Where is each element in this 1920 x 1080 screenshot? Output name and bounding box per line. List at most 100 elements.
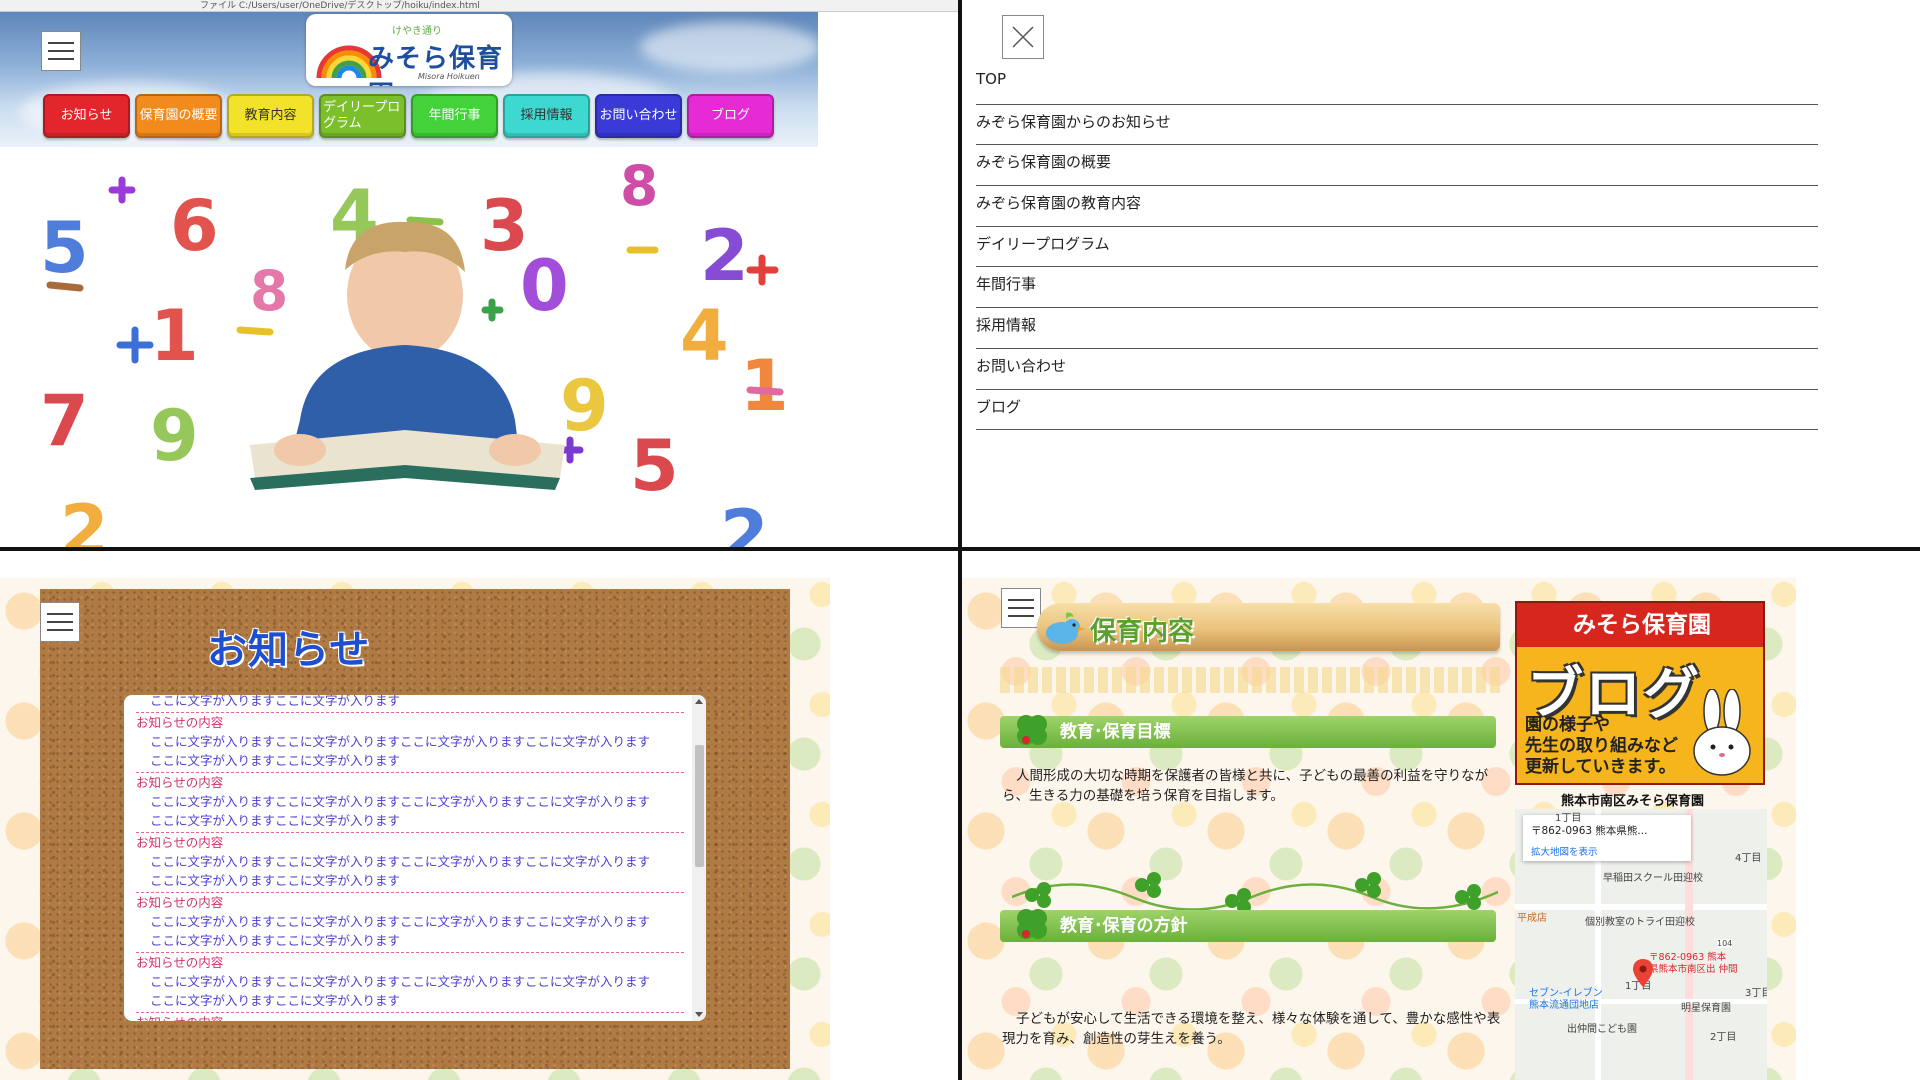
side-menu-list: TOP みぞら保育園からのお知らせ みぞら保育園の概要 みぞら保育園の教育内容 …: [976, 64, 1818, 431]
nav-recruit-button[interactable]: 採用情報: [503, 94, 590, 138]
nav-overview-button[interactable]: 保育園の概要: [135, 94, 222, 138]
goal-heading-bar: 教育･保育目標: [1000, 715, 1496, 748]
clover-icon: [1017, 909, 1047, 939]
embedded-map[interactable]: 〒862-0963 熊本県熊... 拡大地図を表示 1丁目 4丁目 早稲田スクー…: [1515, 809, 1767, 1080]
menu-item-recruit[interactable]: 採用情報: [976, 308, 1818, 349]
map-info-card: 〒862-0963 熊本県熊... 拡大地図を表示: [1523, 815, 1691, 861]
map-enlarge-link[interactable]: 拡大地図を表示: [1531, 844, 1683, 858]
clover-icon: [1017, 715, 1047, 745]
nav-blog-button[interactable]: ブログ: [687, 94, 774, 138]
map-card-address: 〒862-0963 熊本県熊...: [1531, 825, 1648, 837]
notice-item: お知らせの内容 ここに文字が入りますここに文字が入りますここに文字が入りますここ…: [136, 953, 684, 1013]
goal-text: 人間形成の大切な時期を保護者の皆様と共に、子どもの最善の利益を守りながら、生きる…: [1002, 768, 1489, 804]
map-label: 平成店: [1517, 913, 1547, 924]
notice-body-line: ここに文字が入りますここに文字が入ります: [150, 813, 401, 828]
nav-contact-button[interactable]: お問い合わせ: [595, 94, 682, 138]
menu-item-education[interactable]: みぞら保育園の教育内容: [976, 186, 1818, 227]
site-logo[interactable]: けやき通り みそら保育園 Misora Hoikuen: [306, 14, 512, 86]
top-page-pane: けやき通り みそら保育園 Misora Hoikuen お知らせ 保育園の概要 …: [0, 12, 958, 547]
menu-item-events[interactable]: 年間行事: [976, 267, 1818, 309]
nav-education-button[interactable]: 教育内容: [227, 94, 314, 138]
menu-item-news[interactable]: みぞら保育園からのお知らせ: [976, 105, 1818, 146]
map-label: 出仲間こども園: [1567, 1024, 1637, 1035]
close-menu-button[interactable]: [1002, 15, 1044, 59]
hamburger-menu-button[interactable]: [1001, 588, 1041, 628]
rabbit-icon: [1693, 689, 1751, 776]
nav-daily-program-button[interactable]: デイリープログラム: [319, 94, 406, 138]
policy-heading: 教育･保育の方針: [1060, 916, 1188, 936]
notice-item: お知らせの内容 ここに文字が入りますここに文字が入りますここに文字が入りますここ…: [136, 893, 684, 953]
notice-body-line: ここに文字が入りますここに文字が入りますここに文字が入りますここに文字が入ります: [150, 853, 651, 869]
hero-digit: 4: [680, 295, 729, 377]
map-label: 104: [1717, 939, 1733, 948]
map-label: 2丁目: [1710, 1032, 1737, 1043]
notice-body-line: ここに文字が入りますここに文字が入ります: [150, 753, 401, 768]
notices-scrollbar[interactable]: [692, 695, 706, 1021]
notice-item: お知らせの内容 ここに文字が入りますここに文字が入りますここに文字が入りますここ…: [136, 833, 684, 893]
blog-banner-description: 園の様子や 先生の取り組みなど 更新していきます。: [1525, 715, 1678, 777]
menu-item-blog[interactable]: ブログ: [976, 390, 1818, 431]
notice-body-line: ここに文字が入りますここに文字が入りますここに文字が入りますここに文字が入ります: [150, 733, 651, 749]
hamburger-menu-button[interactable]: [40, 602, 80, 642]
map-label: 熊本流通団地店: [1529, 1000, 1599, 1011]
hero-image: 5 6 4 3 8 2 8 1 0 4 7 9 9 1 5 2 2: [0, 160, 818, 547]
nav-events-button[interactable]: 年間行事: [411, 94, 498, 138]
notice-item: お知らせの内容 ここに文字が入りますここに文字が入りますここに文字が入りますここ…: [136, 713, 684, 773]
browser-address-bar[interactable]: ファイル C:/Users/user/OneDrive/デスクトップ/hoiku…: [0, 0, 958, 12]
blog-banner-link[interactable]: みそら保育園 ブログ 園の様子や 先生の取り組みなど 更新していきます。: [1515, 601, 1765, 785]
hero-digit: 2: [700, 215, 749, 297]
decorative-strip: [1000, 667, 1500, 693]
hero-digit: 0: [520, 245, 569, 327]
menu-item-top[interactable]: TOP: [976, 64, 1818, 105]
notice-heading: お知らせの内容: [136, 1013, 684, 1022]
close-icon: [1012, 26, 1034, 48]
hero-digit: 7: [40, 380, 89, 462]
hero-digit: 5: [40, 207, 89, 289]
screenshot-root: ファイル C:/Users/user/OneDrive/デスクトップ/hoiku…: [0, 0, 1920, 1080]
hero-digit: 5: [630, 425, 679, 507]
notice-body-line: ここに文字が入りますここに文字が入りますここに文字が入りますここに文字が入ります: [150, 793, 651, 809]
map-label: 3丁目: [1745, 988, 1767, 999]
hero-digit: 1: [740, 345, 789, 427]
notice-heading: お知らせの内容: [136, 714, 224, 730]
hero-digit: 2: [720, 495, 769, 547]
side-menu-pane: TOP みぞら保育園からのお知らせ みぞら保育園の概要 みぞら保育園の教育内容 …: [962, 0, 1920, 547]
notices-title: お知らせ: [207, 627, 371, 673]
map-label: 4丁目: [1735, 853, 1762, 864]
hero-digit: 2: [60, 490, 109, 547]
page-title: 保育内容: [1090, 617, 1195, 647]
logo-subtitle: けやき通り: [392, 26, 442, 37]
main-nav: お知らせ 保育園の概要 教育内容 デイリープログラム 年間行事 採用情報 お問い…: [43, 94, 774, 138]
hero-digit: 8: [620, 160, 658, 218]
scrollbar-thumb[interactable]: [695, 745, 704, 867]
policy-text: 子どもが安心して生活できる環境を整え、様々な体験を通して、豊かな感性や表現力を育…: [1002, 1011, 1501, 1047]
hamburger-menu-button[interactable]: [41, 31, 81, 71]
scroll-down-icon[interactable]: [695, 1012, 703, 1017]
notice-body-line: ここに文字が入りますここに文字が入ります: [150, 873, 401, 888]
map-title: 熊本市南区みそら保育園: [1561, 794, 1705, 809]
map-pin-icon[interactable]: [1633, 959, 1653, 987]
notice-body-line: ここに文字が入りますここに文字が入りますここに文字が入りますここに文字が入ります: [150, 913, 651, 929]
vertical-divider: [958, 0, 962, 1080]
map-label: 県熊本市南区出 仲間: [1649, 964, 1738, 975]
hero-digit: 8: [250, 259, 288, 323]
notices-scroll-area[interactable]: ここに文字が入りますここに文字が入ります お知らせの内容 ここに文字が入りますこ…: [124, 695, 690, 1021]
notice-heading: お知らせの内容: [136, 954, 224, 970]
notices-list-box[interactable]: ここに文字が入りますここに文字が入ります お知らせの内容 ここに文字が入りますこ…: [124, 695, 706, 1021]
menu-item-overview[interactable]: みぞら保育園の概要: [976, 145, 1818, 187]
notice-heading: お知らせの内容: [136, 834, 224, 850]
notice-body-line: ここに文字が入りますここに文字が入ります: [150, 695, 401, 708]
policy-heading-bar: 教育･保育の方針: [1000, 909, 1496, 942]
menu-item-contact[interactable]: お問い合わせ: [976, 349, 1818, 390]
map-label: 明星保育園: [1681, 1003, 1731, 1014]
hero-digit: 9: [150, 395, 199, 477]
notice-body-line: ここに文字が入りますここに文字が入ります: [150, 993, 401, 1008]
scroll-up-icon[interactable]: [695, 699, 703, 704]
map-label: 1丁目: [1555, 813, 1582, 824]
logo-roman: Misora Hoikuen: [418, 72, 480, 81]
notice-item: お知らせの内容 ここに文字が入りますここに文字が入りますここに文字が入りますここ…: [136, 773, 684, 833]
education-pane: 保育内容 教育･保育目標 人間形成の大切な時期を保護者の皆様と共に、子どもの最善…: [962, 551, 1920, 1080]
menu-item-daily-program[interactable]: デイリープログラム: [976, 227, 1818, 268]
nav-news-button[interactable]: お知らせ: [43, 94, 130, 138]
goal-heading: 教育･保育目標: [1060, 722, 1171, 742]
